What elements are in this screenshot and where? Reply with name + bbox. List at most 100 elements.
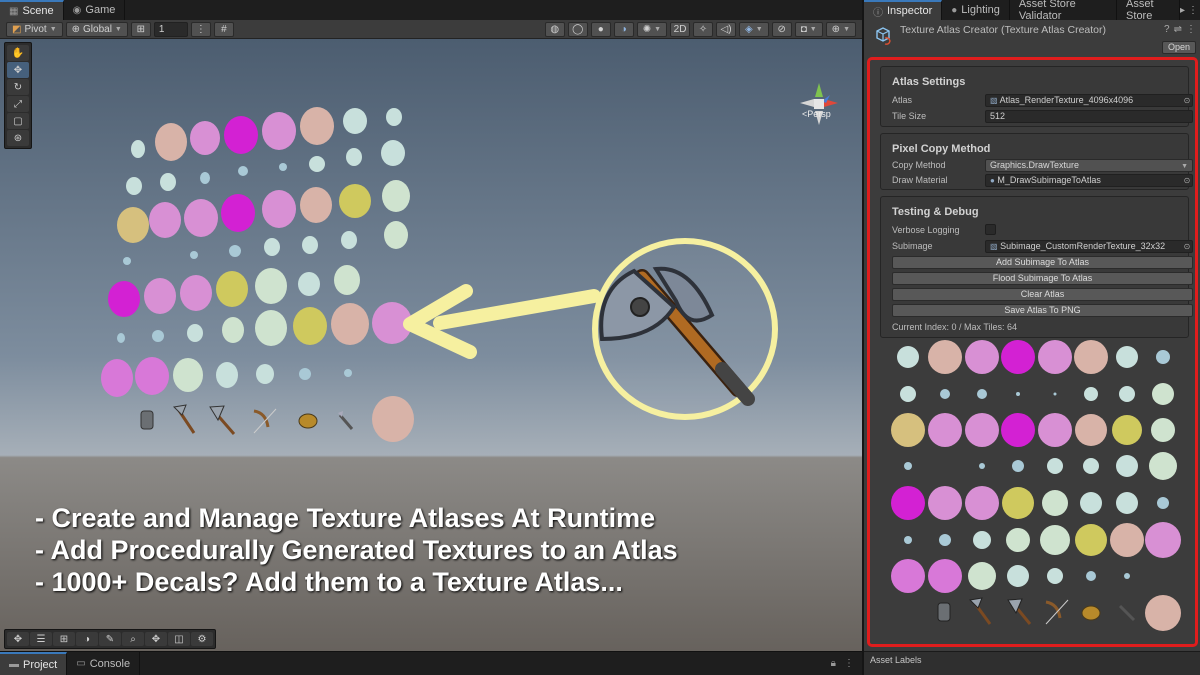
gizmos-dropdown[interactable]: ⊕ ▼ [825,21,856,37]
tab-game[interactable]: ◉ Game [64,0,126,20]
copy-method-dropdown[interactable]: Graphics.DrawTexture ▼ [985,159,1193,172]
shaded-button[interactable]: ● [590,21,611,37]
kebab-menu-icon[interactable]: ⋮ [1186,24,1196,35]
tab-scene-label: Scene [22,5,54,17]
promo-banner: - Create and Manage Texture Atlases At R… [35,502,678,598]
tab-console-label: Console [89,657,131,670]
camera-settings-dropdown[interactable]: ◘ ▼ [794,21,823,37]
verbose-logging-checkbox[interactable] [985,224,996,235]
gizmo-center-icon[interactable] [814,99,824,109]
decal-icons [140,404,354,435]
material-icon: ● [990,176,995,185]
rect-icon: ▢ [13,115,23,127]
atlas-field[interactable]: ▧ Atlas_RenderTexture_4096x4096 ⊙ [985,94,1193,107]
object-picker-icon[interactable]: ⊙ [1181,175,1192,186]
tab-asset-store-validator[interactable]: Asset Store Validator [1010,0,1118,22]
clear-atlas-button[interactable]: Clear Atlas [892,288,1193,301]
sliders-icon: ☰ [36,633,46,645]
atlas-tiles [891,340,1181,631]
tile-size-field[interactable]: 512 [985,110,1193,123]
subimage-field[interactable]: ▧ Subimage_CustomRenderTexture_32x32 ⊙ [985,240,1193,253]
grid-icon: ⊞ [59,633,69,645]
rotate-tool[interactable]: ↻ [7,79,29,95]
lock-icon[interactable]: 🔒︎ [831,658,836,669]
grid-snap-button[interactable]: ⊞ [130,21,151,37]
transform-tool[interactable]: ⊛ [7,130,29,146]
asset-labels-bar[interactable]: Asset Labels [864,651,1200,675]
overlay-sliders-button[interactable]: ☰ [30,632,52,646]
subimage-value: Subimage_CustomRenderTexture_32x32 [1000,241,1166,251]
tab-project[interactable]: ▬ Project [0,652,68,675]
projection-label[interactable]: <Persp [802,109,831,119]
wireframe-button[interactable]: ◯ [567,21,588,37]
object-picker-icon[interactable]: ⊙ [1181,95,1192,106]
overlay-snap-button[interactable]: ✥ [145,632,167,646]
kebab-menu-icon[interactable]: ⋮ [1188,5,1198,16]
tab-scene[interactable]: ▦ Scene [0,0,64,20]
lighting-toggle[interactable]: ✧ [693,21,714,37]
add-subimage-button[interactable]: Add Subimage To Atlas [892,256,1193,269]
snap-icon: ⋮ [195,23,206,35]
info-icon: ⓘ [873,7,883,19]
tab-console[interactable]: ▭ Console [67,652,141,675]
kebab-menu-icon[interactable]: ⋮ [844,658,854,669]
moon-icon: ◑ [620,23,627,35]
gizmo-icon: ⊕ [831,23,841,35]
search-icon: ⌕ [130,633,136,645]
tab-project-label: Project [23,658,58,671]
banner-line-2: - Add Procedurally Generated Textures to… [35,535,678,565]
tab-asset-store[interactable]: Asset Store [1117,0,1180,22]
render-texture-icon: ▧ [990,242,998,251]
scale-tool[interactable]: ⤢ [7,96,29,112]
overlay-search-button[interactable]: ⌕ [122,632,144,646]
hand-tool[interactable]: ✋ [7,45,29,61]
grid-size-field[interactable]: 1 [153,21,188,37]
help-icon[interactable]: ? [1164,24,1170,35]
overlay-shading-button[interactable]: ◑ [76,632,98,646]
render-mode-button[interactable]: ◑ [613,21,634,37]
overlay-brush-button[interactable]: ✎ [99,632,121,646]
snap-icon: ✥ [151,633,161,645]
save-atlas-button[interactable]: Save Atlas To PNG [892,304,1193,317]
settings-icon[interactable]: ⇌ [1174,24,1182,35]
hand-icon: ✋ [11,47,25,59]
tab-lighting[interactable]: ● Lighting [942,0,1010,20]
draw-material-field[interactable]: ● M_DrawSubimageToAtlas ⊙ [985,174,1193,187]
snap-increment-button[interactable]: ⋮ [190,21,211,37]
pivot-dropdown[interactable]: ◩ Pivot ▼ [6,21,63,37]
draw-mode-button[interactable]: ◍ [544,21,565,37]
object-picker-icon[interactable]: ⊙ [1181,241,1192,252]
audio-toggle[interactable]: ◁) [716,21,737,37]
overlay-grid-button[interactable]: ⊞ [53,632,75,646]
inspector-window-menu: ▸ ⋮ [1180,0,1200,20]
scene-toolbar: ◩ Pivot ▼ ⊕ Global ▼ ⊞ 1 ⋮ # ◍ ◯ ● ◑ ✺ ▼ … [0,20,862,39]
chevron-right-icon[interactable]: ▸ [1180,5,1185,16]
gizmo-y-axis-icon[interactable] [815,83,823,97]
overlay-settings-button[interactable]: ⚙ [191,632,213,646]
atlas-label: Atlas [892,95,913,105]
global-dropdown[interactable]: ⊕ Global ▼ [65,21,128,37]
tile-size-label: Tile Size [892,111,927,121]
bug-icon: ✺ [642,23,652,35]
atlas-settings-section: Atlas Settings Atlas ▧ Atlas_RenderTextu… [880,66,1193,127]
inspector-header: Texture Atlas Creator (Texture Atlas Cre… [864,20,1200,56]
debug-draw-dropdown[interactable]: ✺ ▼ [636,21,668,37]
hidden-objects-button[interactable]: ⊘ [771,21,792,37]
chevron-down-icon: ▼ [654,25,662,33]
overlay-move-button[interactable]: ✥ [7,632,29,646]
orientation-gizmo[interactable] [790,73,848,133]
light-bulb-icon: ● [951,4,958,16]
flood-subimage-button[interactable]: Flood Subimage To Atlas [892,272,1193,285]
grid-visibility-button[interactable]: # [213,21,234,37]
tab-inspector[interactable]: ⓘ Inspector [864,0,943,20]
gizmo-neg-x-axis-icon[interactable] [800,99,814,107]
open-button[interactable]: Open [1161,41,1196,54]
sphere-filled-icon: ● [597,23,604,35]
scene-viewport[interactable]: ✋ ✥ ↻ ⤢ ▢ ⊛ <Persp - Create and Manage T… [0,39,862,651]
effects-dropdown[interactable]: ◈ ▼ [739,21,769,37]
tab-inspector-label: Inspector [887,5,933,17]
move-tool[interactable]: ✥ [7,62,29,78]
rect-tool[interactable]: ▢ [7,113,29,129]
overlay-layers-button[interactable]: ◫ [168,632,190,646]
mode-2d-button[interactable]: 2D [670,21,691,37]
